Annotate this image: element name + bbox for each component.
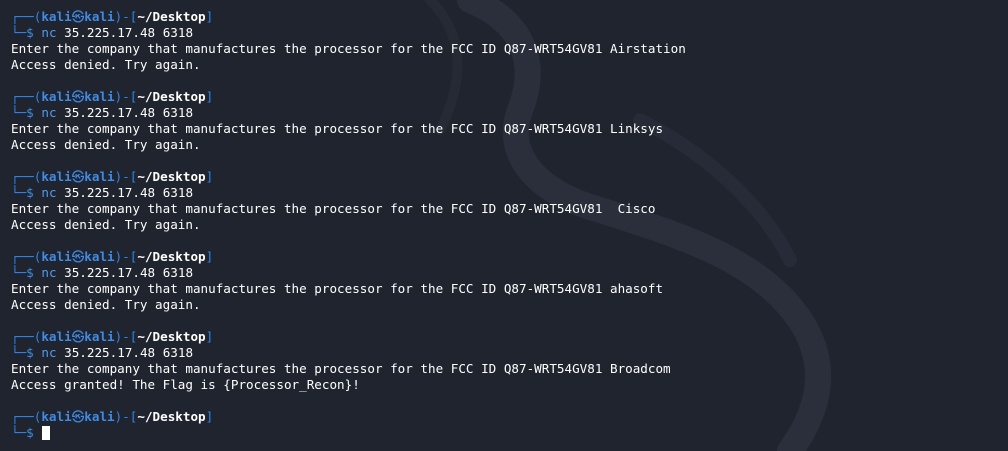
- prompt-host: kali: [84, 169, 115, 184]
- command-args: 35.225.17.48 6318: [64, 345, 194, 360]
- prompt-frame-mid: )-[: [114, 329, 138, 344]
- command-args: 35.225.17.48 6318: [64, 185, 194, 200]
- prompt-at-symbol: ㉿: [71, 329, 85, 344]
- output-line: Enter the company that manufactures the …: [11, 281, 664, 296]
- command-line: └─$ nc 35.225.17.48 6318: [11, 265, 1008, 281]
- prompt-at-symbol: ㉿: [71, 89, 85, 104]
- prompt-user: kali: [41, 329, 72, 344]
- prompt-dollar: $: [26, 25, 34, 40]
- prompt-at-symbol: ㉿: [71, 9, 85, 24]
- output-line: Enter the company that manufactures the …: [11, 361, 671, 376]
- output-line: Access denied. Try again.: [11, 57, 201, 72]
- command-name: nc: [41, 185, 57, 200]
- command-line: └─$ nc 35.225.17.48 6318: [11, 105, 1008, 121]
- command-session: ┌──(kali㉿kali)-[~/Desktop] └─$ nc 35.225.…: [11, 169, 1008, 233]
- prompt-user: kali: [41, 169, 72, 184]
- prompt-frame-bottom: └─: [11, 185, 27, 200]
- prompt-frame-mid: )-[: [114, 89, 138, 104]
- output-line: Access granted! The Flag is {Processor_R…: [11, 377, 360, 392]
- prompt-frame-top: ┌──(: [11, 169, 42, 184]
- prompt-host: kali: [84, 409, 115, 424]
- prompt-frame-bottom: └─: [11, 105, 27, 120]
- command-line: └─$ nc 35.225.17.48 6318: [11, 345, 1008, 361]
- output-line: Enter the company that manufactures the …: [11, 121, 664, 136]
- prompt-user: kali: [41, 409, 72, 424]
- prompt-dollar: $: [26, 345, 34, 360]
- prompt-dollar: $: [26, 185, 34, 200]
- output-line: Enter the company that manufactures the …: [11, 41, 686, 56]
- output-line: Access denied. Try again.: [11, 297, 201, 312]
- prompt-frame-mid: )-[: [114, 169, 138, 184]
- active-prompt[interactable]: ┌──(kali㉿kali)-[~/Desktop] └─$: [11, 409, 1008, 441]
- prompt-frame-bottom: └─: [11, 265, 27, 280]
- prompt-frame-end: ]: [205, 409, 214, 424]
- prompt-frame-top: ┌──(: [11, 329, 42, 344]
- command-name: nc: [41, 265, 57, 280]
- prompt-path: ~/Desktop: [137, 169, 206, 184]
- prompt-frame-bottom: └─: [11, 25, 27, 40]
- prompt-path: ~/Desktop: [137, 89, 206, 104]
- text-cursor[interactable]: [42, 426, 51, 440]
- command-session: ┌──(kali㉿kali)-[~/Desktop] └─$ nc 35.225.…: [11, 249, 1008, 313]
- terminal-output: ┌──(kali㉿kali)-[~/Desktop] └─$ nc 35.225.…: [11, 9, 1008, 451]
- prompt-frame-end: ]: [205, 329, 214, 344]
- command-session: ┌──(kali㉿kali)-[~/Desktop] └─$ nc 35.225.…: [11, 89, 1008, 153]
- output-line: Access denied. Try again.: [11, 137, 201, 152]
- prompt-frame-bottom: └─: [11, 425, 27, 440]
- prompt-path: ~/Desktop: [137, 9, 206, 24]
- output-line: Access denied. Try again.: [11, 217, 201, 232]
- prompt-user: kali: [41, 249, 72, 264]
- prompt-frame-mid: )-[: [114, 9, 138, 24]
- prompt-frame-end: ]: [205, 9, 214, 24]
- prompt-frame-end: ]: [205, 169, 214, 184]
- prompt-at-symbol: ㉿: [71, 249, 85, 264]
- command-args: 35.225.17.48 6318: [64, 265, 194, 280]
- prompt-header-line: ┌──(kali㉿kali)-[~/Desktop]: [11, 89, 1008, 105]
- prompt-frame-end: ]: [205, 249, 214, 264]
- command-args: 35.225.17.48 6318: [64, 105, 194, 120]
- prompt-frame-mid: )-[: [114, 249, 138, 264]
- prompt-frame-top: ┌──(: [11, 89, 42, 104]
- prompt-dollar: $: [26, 265, 34, 280]
- prompt-path: ~/Desktop: [137, 249, 206, 264]
- prompt-user: kali: [41, 89, 72, 104]
- prompt-host: kali: [84, 249, 115, 264]
- command-line[interactable]: └─$: [11, 425, 1008, 441]
- command-name: nc: [41, 25, 57, 40]
- output-line: Enter the company that manufactures the …: [11, 201, 656, 216]
- command-line: └─$ nc 35.225.17.48 6318: [11, 25, 1008, 41]
- prompt-frame-bottom: └─: [11, 345, 27, 360]
- command-session: ┌──(kali㉿kali)-[~/Desktop] └─$ nc 35.225.…: [11, 329, 1008, 393]
- command-args: 35.225.17.48 6318: [64, 25, 194, 40]
- prompt-frame-end: ]: [205, 89, 214, 104]
- command-line: └─$ nc 35.225.17.48 6318: [11, 185, 1008, 201]
- prompt-frame-top: ┌──(: [11, 9, 42, 24]
- prompt-dollar: $: [26, 105, 34, 120]
- prompt-dollar: $: [26, 425, 34, 440]
- prompt-header-line: ┌──(kali㉿kali)-[~/Desktop]: [11, 409, 1008, 425]
- command-session: ┌──(kali㉿kali)-[~/Desktop] └─$ nc 35.225.…: [11, 9, 1008, 73]
- prompt-path: ~/Desktop: [137, 329, 206, 344]
- prompt-path: ~/Desktop: [137, 409, 206, 424]
- command-name: nc: [41, 105, 57, 120]
- prompt-at-symbol: ㉿: [71, 169, 85, 184]
- terminal-window[interactable]: ┌──(kali㉿kali)-[~/Desktop] └─$ nc 35.225.…: [0, 0, 1008, 451]
- prompt-frame-top: ┌──(: [11, 409, 42, 424]
- prompt-user: kali: [41, 9, 72, 24]
- prompt-host: kali: [84, 89, 115, 104]
- prompt-host: kali: [84, 329, 115, 344]
- command-name: nc: [41, 345, 57, 360]
- prompt-at-symbol: ㉿: [71, 409, 85, 424]
- prompt-header-line: ┌──(kali㉿kali)-[~/Desktop]: [11, 249, 1008, 265]
- prompt-frame-mid: )-[: [114, 409, 138, 424]
- prompt-header-line: ┌──(kali㉿kali)-[~/Desktop]: [11, 329, 1008, 345]
- prompt-header-line: ┌──(kali㉿kali)-[~/Desktop]: [11, 9, 1008, 25]
- prompt-host: kali: [84, 9, 115, 24]
- prompt-frame-top: ┌──(: [11, 249, 42, 264]
- prompt-header-line: ┌──(kali㉿kali)-[~/Desktop]: [11, 169, 1008, 185]
